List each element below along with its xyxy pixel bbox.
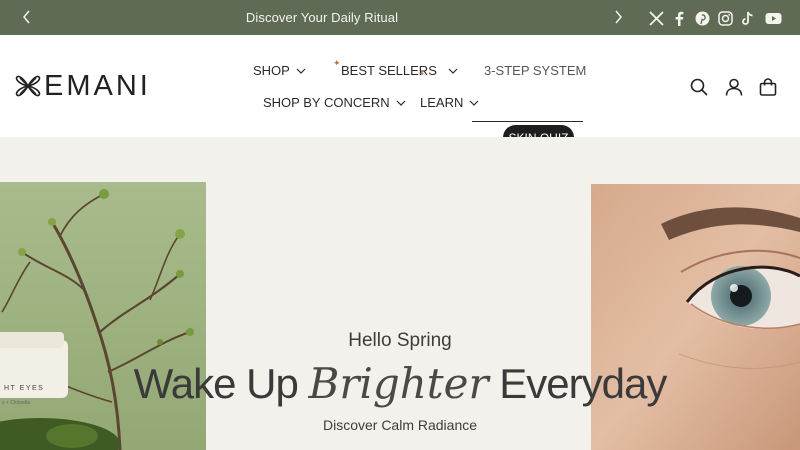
instagram-link[interactable] [716,9,734,27]
pinterest-link[interactable] [693,9,711,27]
headline-italic-word: Brighter [308,359,489,408]
hero-headline: Wake Up Brighter Everyday [0,359,800,408]
nav-three-step-system[interactable]: 3-STEP SYSTEM [484,63,586,78]
cart-button[interactable] [758,77,778,97]
nav-shop-by-concern[interactable]: SHOP BY CONCERN [263,95,406,110]
chevron-down-icon [469,100,479,106]
account-button[interactable] [724,77,744,97]
nav-three-step-label: 3-STEP SYSTEM [484,63,587,78]
account-icon [725,78,743,96]
active-nav-underline [472,121,583,122]
sparkle-icon: ✦ [333,58,341,68]
instagram-icon [717,10,733,26]
logo-text: EMANI [44,70,151,102]
hero-eyebrow: Hello Spring [348,330,452,351]
x-link[interactable] [647,9,665,27]
emani-logo[interactable]: EMANI [15,70,151,102]
nav-learn-label: LEARN [420,95,464,110]
sparkle-icon: ✦ [419,71,425,78]
youtube-link[interactable] [763,9,783,27]
x-icon [648,10,664,26]
youtube-icon [765,12,781,24]
nav-learn[interactable]: LEARN [420,95,479,110]
nav-best-sellers[interactable]: BEST SELLERS [341,63,458,78]
chevron-down-icon [296,68,306,74]
chevron-right-icon [615,10,622,24]
hero-banner: HT EYES s + Chlorella Hello Spring Wake … [0,137,800,450]
tiktok-link[interactable] [739,9,757,27]
next-announcement-button[interactable] [609,8,627,26]
nav-concern-label: SHOP BY CONCERN [263,95,390,110]
nav-shop-label: SHOP [253,63,290,78]
headline-suffix: Everyday [499,360,667,407]
facebook-link[interactable] [670,9,688,27]
announcement-bar: Discover Your Daily Ritual [0,0,800,35]
pinterest-icon [695,11,709,25]
nav-shop[interactable]: SHOP [253,63,306,78]
hero-product-image: HT EYES s + Chlorella [0,182,206,450]
announcement-message[interactable]: Discover Your Daily Ritual [0,10,644,25]
logo-butterfly-icon [15,75,41,97]
chevron-down-icon [396,100,406,106]
bag-icon [759,78,777,96]
headline-prefix: Wake Up [133,360,299,407]
chevron-down-icon [448,68,458,74]
facebook-icon [675,11,684,26]
hero-subtitle: Discover Calm Radiance [322,417,478,433]
hero-eye-image [591,184,800,450]
search-icon [690,78,708,96]
search-button[interactable] [689,77,709,97]
tiktok-icon [742,11,753,25]
site-header: EMANI SHOP ✦ BEST SELLERS ✦ 3-STEP SYSTE… [0,35,800,150]
